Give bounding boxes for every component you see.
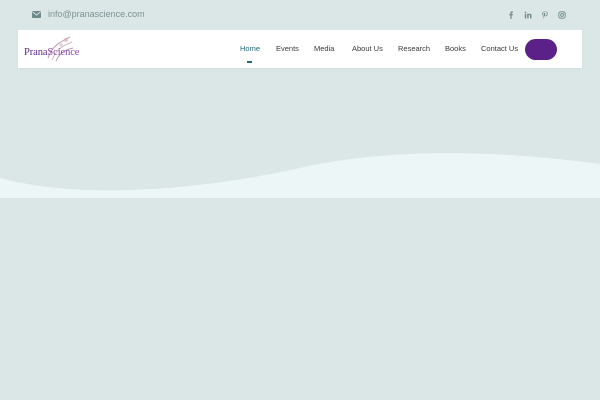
- nav-media[interactable]: Media: [314, 44, 334, 53]
- active-nav-indicator: [247, 61, 252, 63]
- linkedin-icon[interactable]: [519, 9, 536, 21]
- nav-research[interactable]: Research: [398, 44, 430, 53]
- pinterest-icon[interactable]: [536, 9, 553, 21]
- hero-wave-divider: [0, 153, 600, 198]
- nav-contact-us[interactable]: Contact Us: [481, 44, 518, 53]
- social-links: [502, 9, 570, 21]
- nav-about-us[interactable]: About Us: [352, 44, 383, 53]
- instagram-icon[interactable]: [553, 9, 570, 21]
- top-bar: info@pranascience.com: [0, 0, 600, 30]
- contact-email[interactable]: info@pranascience.com: [32, 9, 145, 19]
- cta-button[interactable]: [525, 39, 557, 60]
- primary-nav: Home Events Media About Us Research Book…: [18, 30, 582, 68]
- nav-events[interactable]: Events: [276, 44, 299, 53]
- nav-home[interactable]: Home: [240, 44, 260, 53]
- main-header: PranaScience Home Events Media About Us …: [18, 30, 582, 68]
- email-text: info@pranascience.com: [48, 9, 145, 19]
- envelope-icon: [32, 10, 41, 18]
- nav-books[interactable]: Books: [445, 44, 466, 53]
- facebook-icon[interactable]: [502, 9, 519, 21]
